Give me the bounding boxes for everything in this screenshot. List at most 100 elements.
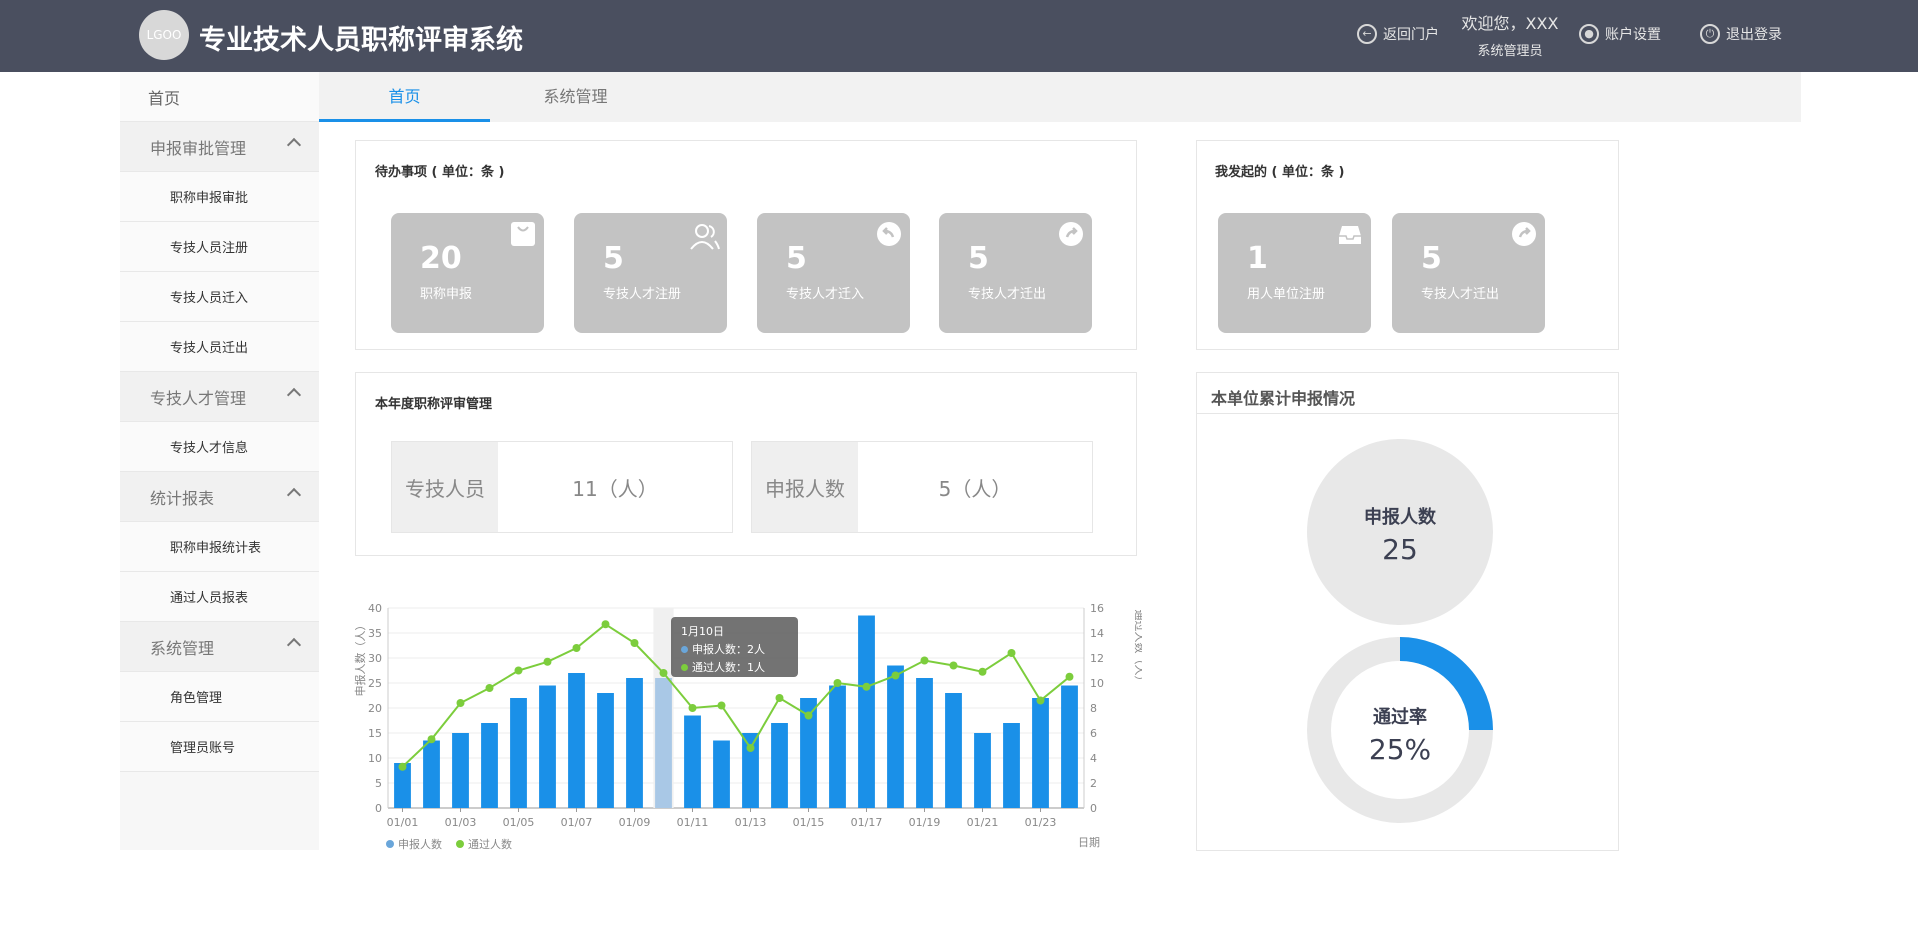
y-right-tick-label: 4 (1090, 752, 1097, 765)
x-tick-label: 01/21 (967, 816, 999, 829)
bar (539, 685, 556, 808)
account-settings-link[interactable]: ● 账户设置 (1579, 24, 1661, 44)
staff-value: 11（人） (572, 476, 658, 501)
tab-bar: 首页 系统管理 (319, 72, 1801, 122)
line-point (601, 620, 610, 629)
card-count: 5 (786, 241, 807, 276)
card-label: 专技人才迁入 (786, 287, 865, 302)
bar (655, 678, 672, 808)
logout-link[interactable]: ⏻ 退出登录 (1700, 24, 1782, 44)
bar (626, 678, 643, 808)
y-left-tick-label: 20 (368, 702, 382, 715)
y-left-axis-title: 申报人数（人） (353, 620, 367, 697)
bar (1032, 698, 1049, 808)
card-count: 5 (603, 241, 624, 276)
user-info: 欢迎您，XXX 系统管理员 (1450, 10, 1570, 59)
card-count: 20 (420, 241, 462, 276)
welcome-text: 欢迎您，XXX (1461, 14, 1559, 33)
chevron-up-icon (286, 137, 302, 153)
pass-rate-label: 通过率 (1373, 707, 1427, 728)
card-label: 专技人才迁出 (1421, 287, 1500, 302)
line-point (456, 699, 465, 707)
sidebar-item-home[interactable]: 首页 (120, 72, 319, 122)
bar (829, 685, 846, 808)
sidebar-group-talent[interactable]: 专技人才管理 (120, 372, 319, 422)
x-tick-label: 01/07 (561, 816, 593, 829)
sidebar-item-apply-stats[interactable]: 职称申报统计表 (120, 522, 319, 572)
sidebar-group-reports[interactable]: 统计报表 (120, 472, 319, 522)
tooltip-date: 1月10日 (681, 625, 724, 638)
sidebar-group-label: 系统管理 (150, 638, 215, 658)
back-portal-link[interactable]: ← 返回门户 (1357, 24, 1439, 44)
y-right-tick-label: 6 (1090, 727, 1097, 740)
inbox-icon (1339, 226, 1361, 244)
line-point (920, 656, 929, 665)
x-tick-label: 01/17 (851, 816, 883, 829)
pass-rate-text: 通过率 25% (1305, 703, 1495, 766)
users-icon (690, 224, 720, 250)
applicants-circle-text: 申报人数 25 (1305, 503, 1495, 566)
sidebar-group-label: 申报审批管理 (150, 138, 247, 158)
legend-swatch-passed (456, 840, 464, 848)
annual-panel: 本年度职称评审管理 专技人员 11（人） 申报人数 5（人） (355, 372, 1137, 556)
todo-card-title-apply[interactable]: 20 职称申报 (391, 213, 544, 333)
bag-icon (511, 222, 535, 246)
x-tick-label: 01/01 (387, 816, 419, 829)
sidebar-item-staff-register[interactable]: 专技人员注册 (120, 222, 319, 272)
top-header: LGOO 专业技术人员职称评审系统 ← 返回门户 欢迎您，XXX 系统管理员 ●… (0, 0, 1918, 72)
mine-card-employer-register[interactable]: 1 用人单位注册 (1218, 213, 1371, 333)
sidebar-item-pass-report[interactable]: 通过人员报表 (120, 572, 319, 622)
todo-card-register[interactable]: 5 专技人才注册 (574, 213, 727, 333)
line-point (427, 735, 436, 744)
bar (771, 723, 788, 808)
todo-title: 待办事项 ( 单位：条 ) (375, 165, 505, 180)
sidebar-group-label: 统计报表 (150, 488, 215, 508)
sidebar-group-apply[interactable]: 申报审批管理 (120, 122, 319, 172)
bar (684, 715, 701, 808)
y-right-tick-label: 10 (1090, 677, 1104, 690)
sidebar-item-staff-in[interactable]: 专技人员迁入 (120, 272, 319, 322)
line-point (804, 711, 813, 720)
y-left-tick-label: 40 (368, 602, 382, 615)
card-count: 5 (968, 241, 989, 276)
annual-title: 本年度职称评审管理 (375, 397, 493, 412)
applicants-circle-label: 申报人数 (1364, 507, 1436, 528)
pass-rate-value: 25% (1368, 733, 1432, 766)
y-left-tick-label: 10 (368, 752, 382, 765)
bar (597, 693, 614, 808)
todo-card-transfer-out[interactable]: 5 专技人才迁出 (939, 213, 1092, 333)
app-title: 专业技术人员职称评审系统 (199, 25, 523, 56)
line-point (630, 639, 639, 647)
bar (1003, 723, 1020, 808)
power-icon: ⏻ (1700, 24, 1720, 44)
line-point (543, 657, 552, 666)
sidebar-item-roles[interactable]: 角色管理 (120, 672, 319, 722)
card-label: 用人单位注册 (1247, 287, 1326, 302)
logout-label: 退出登录 (1726, 27, 1782, 43)
line-point (1007, 649, 1016, 657)
line-point (398, 762, 407, 771)
todo-panel: 待办事项 ( 单位：条 ) 20 职称申报 5 专技人才注册 5 专技人才迁入 … (355, 140, 1137, 350)
tab-system[interactable]: 系统管理 (490, 72, 661, 122)
sidebar-group-system[interactable]: 系统管理 (120, 622, 319, 672)
sidebar-item-admin-accounts[interactable]: 管理员账号 (120, 722, 319, 772)
line-point (978, 667, 987, 676)
chart-tooltip: 1月10日 申报人数：2人 通过人数：1人 (671, 617, 798, 677)
staff-stat: 专技人员 11（人） (391, 441, 733, 533)
sidebar-item-title-review[interactable]: 职称申报审批 (120, 172, 319, 222)
summary-panel: 本单位累计申报情况 申报人数 25 通过率 25% (1196, 372, 1619, 851)
card-label: 专技人才注册 (603, 287, 682, 302)
y-left-tick-label: 0 (375, 802, 382, 815)
card-label: 职称申报 (420, 287, 473, 302)
y-right-tick-label: 0 (1090, 802, 1097, 815)
sidebar-item-staff-out[interactable]: 专技人员迁出 (120, 322, 319, 372)
line-point (891, 671, 900, 680)
sidebar-item-talent-info[interactable]: 专技人才信息 (120, 422, 319, 472)
bar (1061, 685, 1078, 808)
line-point (746, 744, 755, 752)
applicants-value: 5（人） (938, 476, 1012, 501)
mine-card-transfer-out[interactable]: 5 专技人才迁出 (1392, 213, 1545, 333)
tab-home[interactable]: 首页 (319, 72, 490, 122)
todo-card-transfer-in[interactable]: 5 专技人才迁入 (757, 213, 910, 333)
bar (568, 673, 585, 808)
